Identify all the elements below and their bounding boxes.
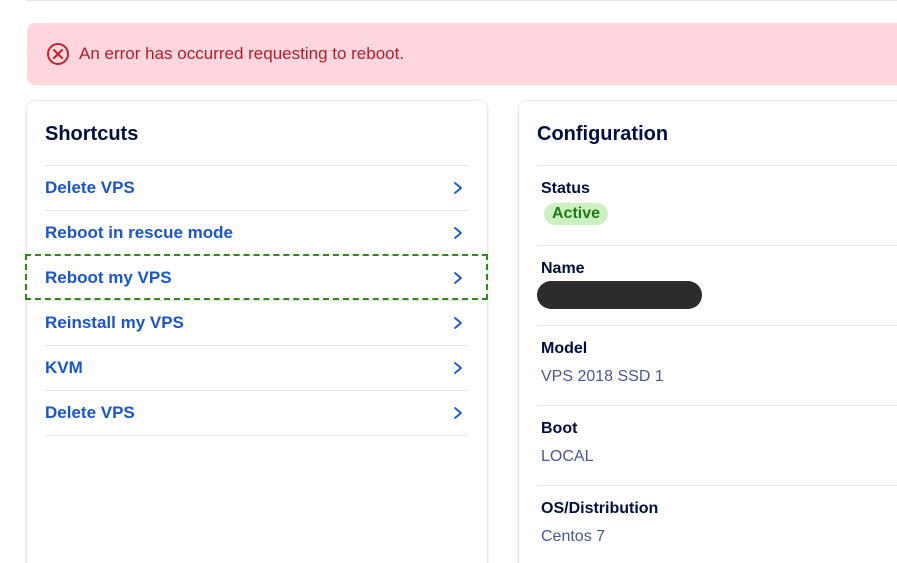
- shortcuts-card: Shortcuts Delete VPS Reboot in rescue mo…: [25, 101, 488, 563]
- shortcut-label: Delete VPS: [45, 403, 135, 422]
- config-key-os: OS/Distribution: [541, 500, 659, 517]
- error-alert-message: An error has occurred requesting to rebo…: [79, 44, 405, 63]
- shortcut-label: Reinstall my VPS: [45, 313, 184, 332]
- config-key-status: Status: [541, 180, 590, 197]
- shortcuts-list: Delete VPS Reboot in rescue mode Reboot …: [25, 165, 488, 436]
- error-alert: An error has occurred requesting to rebo…: [27, 23, 897, 85]
- config-row-os: OS/Distribution Centos 7: [537, 486, 897, 563]
- config-row-boot: Boot LOCAL: [537, 406, 897, 486]
- chevron-right-icon: [450, 270, 466, 286]
- config-row-status: Status Active: [537, 166, 897, 246]
- shortcut-reboot-rescue-mode[interactable]: Reboot in rescue mode: [45, 211, 468, 256]
- config-key-name: Name: [541, 260, 585, 277]
- shortcut-reinstall-my-vps[interactable]: Reinstall my VPS: [45, 301, 468, 346]
- config-row-name: Name: [537, 246, 897, 326]
- config-key-boot: Boot: [541, 420, 578, 437]
- top-divider: [26, 0, 897, 1]
- shortcut-label: Delete VPS: [45, 178, 135, 197]
- error-circle-x-icon: [46, 42, 70, 66]
- config-key-model: Model: [541, 340, 588, 357]
- shortcut-label: Reboot my VPS: [45, 268, 172, 287]
- configuration-list: Status Active Name Model VPS 2018 SSD 1 …: [537, 165, 897, 563]
- page: An error has occurred requesting to rebo…: [0, 0, 897, 563]
- chevron-right-icon: [450, 225, 466, 241]
- config-row-model: Model VPS 2018 SSD 1: [537, 326, 897, 406]
- redacted-name-value: [537, 281, 702, 309]
- shortcut-delete-vps-2[interactable]: Delete VPS: [45, 391, 468, 436]
- config-value-model: VPS 2018 SSD 1: [541, 368, 664, 385]
- shortcut-label: KVM: [45, 358, 83, 377]
- shortcuts-title: Shortcuts: [45, 123, 139, 145]
- chevron-right-icon: [450, 180, 466, 196]
- config-value-os: Centos 7: [541, 528, 606, 545]
- status-badge: Active: [544, 203, 609, 225]
- shortcut-delete-vps[interactable]: Delete VPS: [45, 166, 468, 211]
- shortcut-reboot-my-vps[interactable]: Reboot my VPS: [25, 254, 488, 301]
- configuration-title: Configuration: [537, 123, 669, 145]
- chevron-right-icon: [450, 360, 466, 376]
- chevron-right-icon: [450, 405, 466, 421]
- chevron-right-icon: [450, 315, 466, 331]
- shortcut-kvm[interactable]: KVM: [45, 346, 468, 391]
- configuration-card: Configuration Status Active Name Model V…: [519, 101, 897, 563]
- config-value-boot: LOCAL: [541, 448, 594, 465]
- shortcut-label: Reboot in rescue mode: [45, 223, 233, 242]
